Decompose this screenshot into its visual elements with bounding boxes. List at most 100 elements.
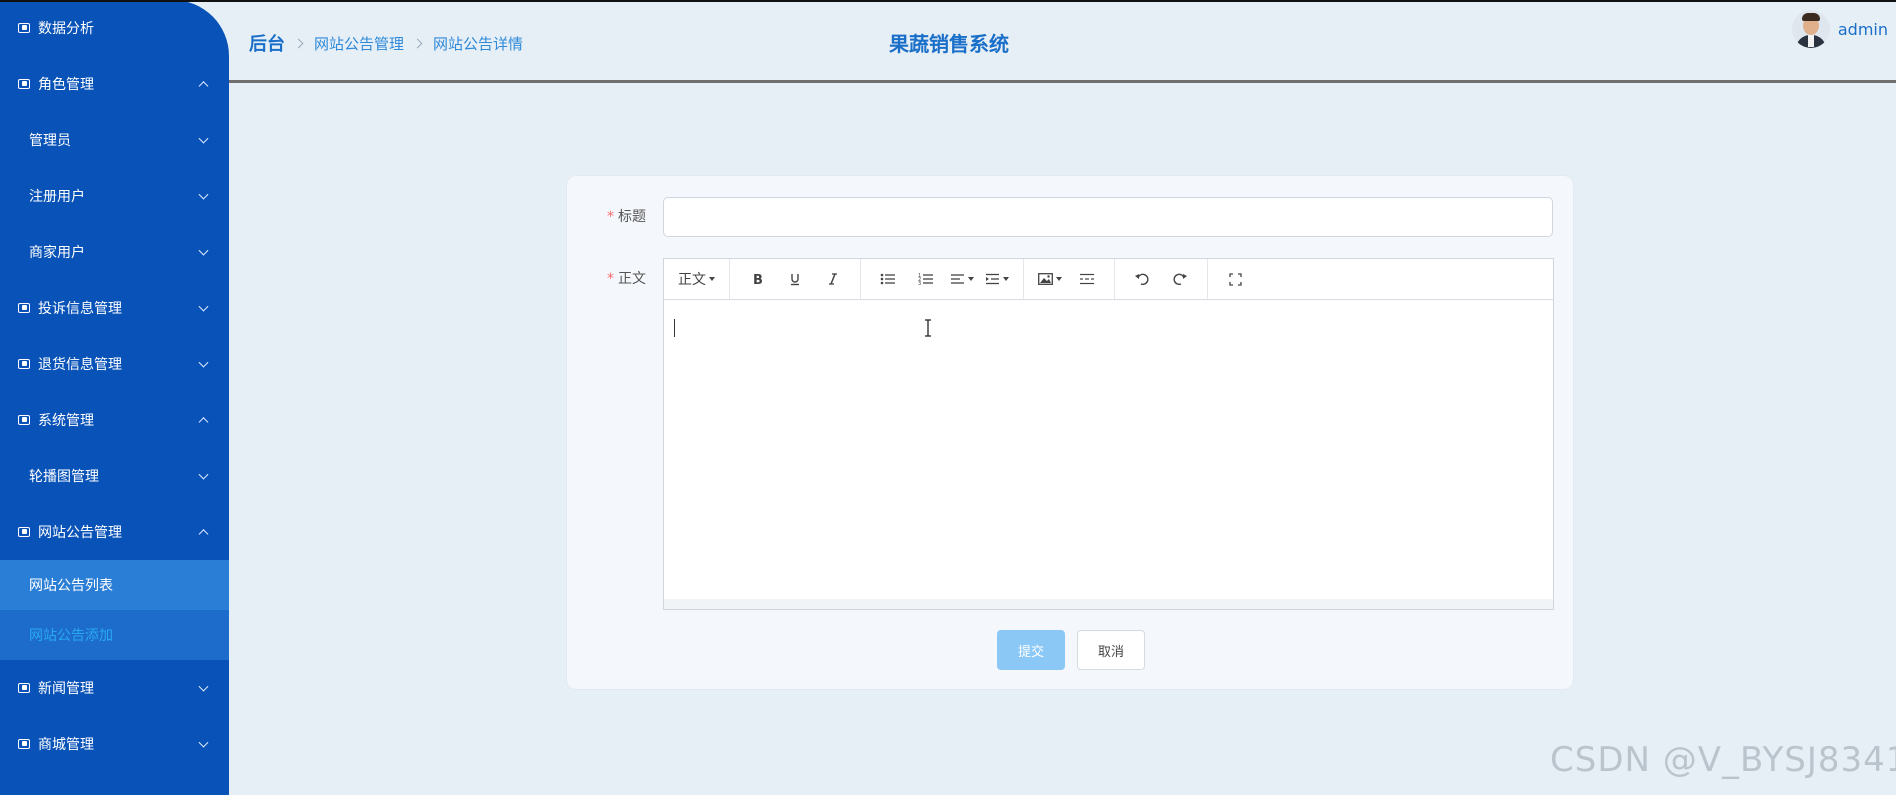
submit-button[interactable]: 提交	[997, 630, 1065, 670]
sidebar-item-news[interactable]: 新闻管理	[0, 660, 229, 716]
align-button[interactable]	[945, 264, 980, 294]
sidebar-item-registered-users[interactable]: 注册用户	[0, 168, 229, 224]
title-label: * 标题	[607, 209, 646, 225]
sidebar-item-label: 管理员	[29, 133, 71, 149]
undo-icon	[1135, 273, 1149, 285]
editor-footer	[664, 599, 1553, 609]
indent-button[interactable]	[980, 264, 1015, 294]
sidebar-item-announcement-add[interactable]: 网站公告添加	[0, 610, 229, 660]
chevron-right-icon	[412, 38, 423, 48]
chevron-up-icon	[198, 81, 209, 92]
page-title: 果蔬销售系统	[889, 32, 1009, 56]
chevron-down-icon	[198, 301, 209, 312]
username: admin	[1837, 19, 1888, 39]
menu-icon	[18, 415, 30, 425]
sidebar-item-label: 网站公告列表	[29, 578, 113, 594]
chevron-down-icon	[198, 245, 209, 256]
divider-button[interactable]	[1068, 264, 1106, 294]
sidebar-item-label: 角色管理	[38, 77, 94, 93]
sidebar-item-label: 退货信息管理	[38, 357, 122, 373]
chevron-down-icon	[198, 357, 209, 368]
sidebar-item-label: 商家用户	[29, 245, 85, 261]
title-input[interactable]	[663, 197, 1553, 237]
caret-down-icon	[709, 277, 715, 281]
sidebar-item-complaints[interactable]: 投诉信息管理	[0, 280, 229, 336]
sidebar-item-label: 数据分析	[38, 21, 94, 37]
chevron-down-icon	[198, 681, 209, 692]
body-label: * 正文	[607, 271, 646, 287]
italic-button[interactable]	[814, 264, 852, 294]
breadcrumb-announcement-detail[interactable]: 网站公告详情	[433, 33, 523, 54]
sidebar-item-label: 轮播图管理	[29, 469, 99, 485]
sidebar-item-label: 注册用户	[29, 189, 85, 205]
sidebar-item-carousel[interactable]: 轮播图管理	[0, 448, 229, 504]
chevron-down-icon	[198, 469, 209, 480]
format-select[interactable]: 正文	[672, 264, 721, 294]
chevron-up-icon	[198, 529, 209, 540]
sidebar-item-announcements[interactable]: 网站公告管理	[0, 504, 229, 560]
horizontal-rule-icon	[1080, 273, 1094, 285]
editor-toolbar: 正文 B 123	[664, 259, 1553, 300]
redo-icon	[1173, 273, 1187, 285]
sidebar-item-returns[interactable]: 退货信息管理	[0, 336, 229, 392]
sidebar-item-label: 投诉信息管理	[38, 301, 122, 317]
indent-icon	[986, 273, 999, 285]
insert-image-button[interactable]	[1032, 264, 1068, 294]
sidebar-item-data-analysis[interactable]: 数据分析	[0, 0, 229, 56]
chevron-right-icon	[293, 38, 304, 48]
caret-down-icon	[968, 277, 974, 281]
sidebar-item-admin[interactable]: 管理员	[0, 112, 229, 168]
menu-icon	[18, 23, 30, 33]
sidebar-item-label: 网站公告添加	[29, 628, 113, 644]
bullet-list-button[interactable]	[869, 264, 907, 294]
sidebar: 数据分析 角色管理 管理员 注册用户 商家用户 投诉信息管理 退货信息管理 系统…	[0, 0, 229, 795]
format-label: 正文	[678, 272, 706, 288]
required-mark: *	[607, 209, 614, 225]
bold-button[interactable]: B	[738, 264, 776, 294]
chevron-up-icon	[198, 417, 209, 428]
undo-button[interactable]	[1123, 264, 1161, 294]
editor-content[interactable]	[664, 301, 1553, 599]
svg-text:3: 3	[918, 281, 921, 286]
menu-icon	[18, 359, 30, 369]
fullscreen-button[interactable]	[1216, 264, 1254, 294]
sidebar-item-mall[interactable]: 商城管理	[0, 716, 229, 772]
image-icon	[1038, 273, 1053, 285]
chevron-down-icon	[198, 133, 209, 144]
sidebar-item-label: 网站公告管理	[38, 525, 122, 541]
user-menu[interactable]: admin	[1791, 10, 1888, 48]
italic-icon	[829, 273, 837, 285]
header: 后台 网站公告管理 网站公告详情 果蔬销售系统 admin	[229, 0, 1896, 83]
sidebar-item-label: 商城管理	[38, 737, 94, 753]
menu-icon	[18, 683, 30, 693]
sidebar-item-role-management[interactable]: 角色管理	[0, 56, 229, 112]
caret-down-icon	[1056, 277, 1062, 281]
avatar	[1791, 10, 1830, 48]
fullscreen-icon	[1228, 272, 1242, 286]
breadcrumb: 后台 网站公告管理 网站公告详情	[249, 30, 523, 56]
breadcrumb-home[interactable]: 后台	[249, 30, 285, 56]
text-caret	[674, 319, 675, 337]
sidebar-item-label: 新闻管理	[38, 681, 94, 697]
breadcrumb-announcement-management[interactable]: 网站公告管理	[314, 33, 404, 54]
sidebar-item-announcement-list[interactable]: 网站公告列表	[0, 560, 229, 610]
menu-icon	[18, 739, 30, 749]
caret-down-icon	[1003, 277, 1009, 281]
menu-icon	[18, 303, 30, 313]
watermark: CSDN @V_BYSJ8341	[1550, 740, 1896, 780]
align-left-icon	[951, 274, 964, 284]
numbered-list-button[interactable]: 123	[907, 264, 945, 294]
rich-text-editor: 正文 B 123	[663, 258, 1554, 610]
sidebar-item-merchant-users[interactable]: 商家用户	[0, 224, 229, 280]
ibeam-cursor-icon	[925, 319, 931, 337]
numbered-list-icon: 123	[918, 273, 933, 286]
redo-button[interactable]	[1161, 264, 1199, 294]
cancel-button[interactable]: 取消	[1077, 630, 1145, 670]
bullet-list-icon	[880, 273, 895, 285]
chevron-down-icon	[198, 737, 209, 748]
top-line	[0, 0, 1896, 2]
sidebar-item-system-management[interactable]: 系统管理	[0, 392, 229, 448]
underline-button[interactable]	[776, 264, 814, 294]
required-mark: *	[607, 271, 614, 287]
chevron-down-icon	[198, 189, 209, 200]
